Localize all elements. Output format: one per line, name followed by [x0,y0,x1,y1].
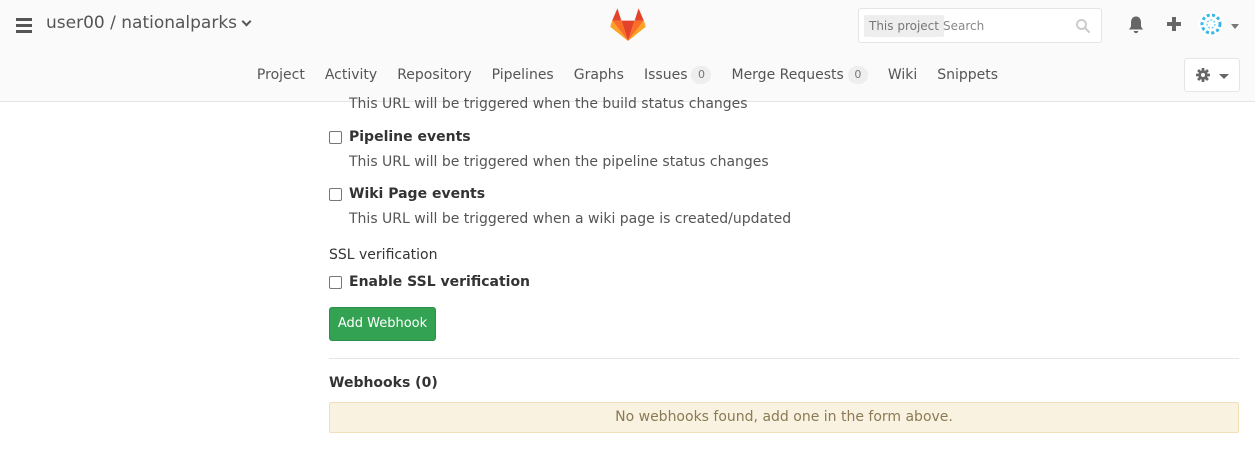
nav-item-activity[interactable]: Activity [315,60,387,90]
pipeline-events-checkbox[interactable] [329,130,342,144]
nav-item-project[interactable]: Project [247,60,315,90]
nav-item-graphs[interactable]: Graphs [564,60,634,90]
nav-item-issues[interactable]: Issues 0 [634,60,722,90]
nav-item-merge-requests[interactable]: Merge Requests 0 [721,60,877,90]
enable-ssl-option[interactable]: Enable SSL verification [329,274,530,290]
enable-ssl-checkbox[interactable] [329,275,342,289]
project-settings-button[interactable] [1184,58,1240,92]
gitlab-logo-icon[interactable] [610,7,646,42]
search-icon [1076,19,1091,34]
ssl-verification-heading: SSL verification [329,247,438,263]
enable-ssl-label: Enable SSL verification [349,274,531,290]
gear-icon [1196,68,1210,82]
bell-icon[interactable] [1127,15,1145,35]
search-input[interactable] [943,14,1073,38]
plus-icon[interactable] [1166,16,1182,32]
wiki-page-events-help: This URL will be triggered when a wiki p… [349,211,792,227]
pipeline-events-label: Pipeline events [349,129,471,145]
webhooks-heading: Webhooks (0) [329,375,438,391]
pipeline-events-option[interactable]: Pipeline events [329,129,471,145]
nav-item-pipelines[interactable]: Pipelines [482,60,564,90]
issues-count-badge: 0 [691,66,712,84]
chevron-down-icon [241,16,252,26]
no-webhooks-alert: No webhooks found, add one in the form a… [329,402,1239,433]
pipeline-events-help: This URL will be triggered when the pipe… [349,154,769,170]
add-webhook-button[interactable]: Add Webhook [329,307,436,341]
divider [329,358,1239,359]
project-nav: Project Activity Repository Pipelines Gr… [0,60,1255,90]
nav-item-snippets[interactable]: Snippets [927,60,1008,90]
wiki-page-events-checkbox[interactable] [329,187,342,201]
nav-item-wiki[interactable]: Wiki [878,60,927,90]
build-events-help: This URL will be triggered when the buil… [349,96,748,112]
caret-down-icon [1219,74,1229,79]
search-scope-badge[interactable]: This project [864,15,944,37]
project-title: user00 / nationalparks [46,13,238,33]
nav-item-repository[interactable]: Repository [387,60,481,90]
hamburger-menu-icon[interactable] [16,18,32,33]
wiki-page-events-option[interactable]: Wiki Page events [329,186,485,202]
top-header: user00 / nationalparks This project Proj… [0,0,1255,102]
caret-down-icon[interactable] [1231,24,1239,29]
search-box: This project [858,8,1102,43]
project-title-dropdown[interactable]: user00 / nationalparks [46,13,252,33]
wiki-page-events-label: Wiki Page events [349,186,486,202]
avatar[interactable] [1198,11,1224,37]
merge-requests-count-badge: 0 [847,66,868,84]
